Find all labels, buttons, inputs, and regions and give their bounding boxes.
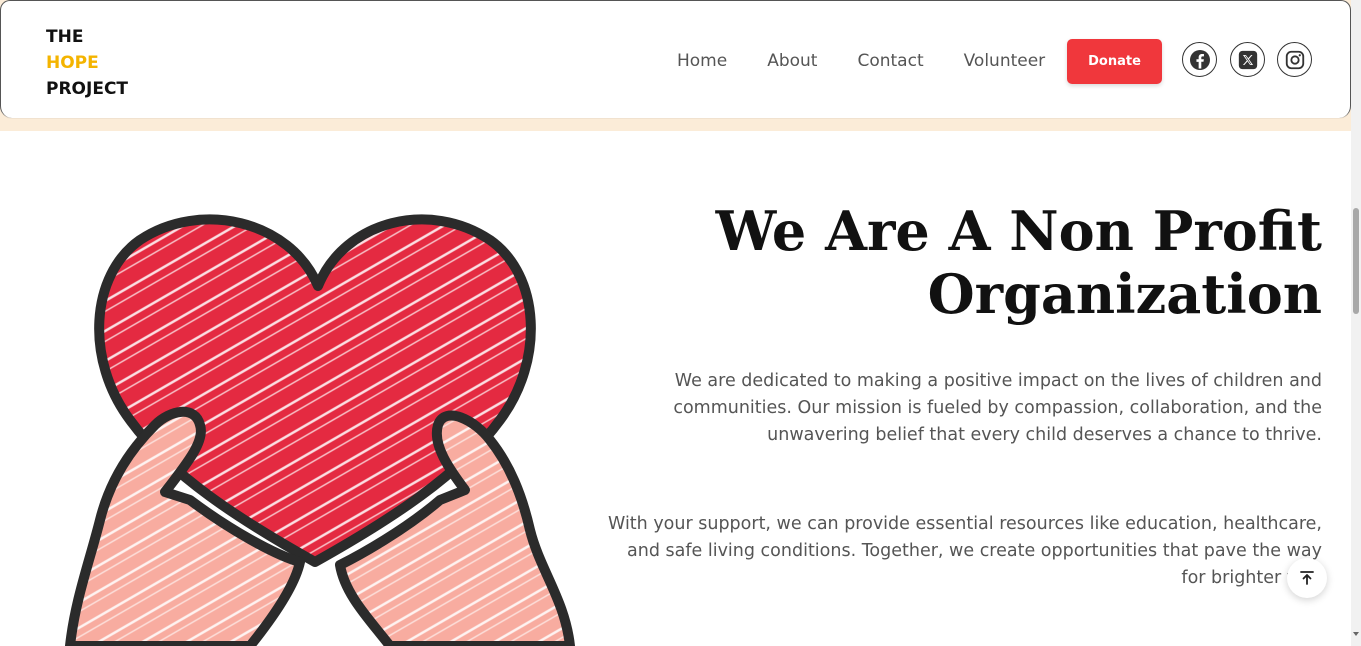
facebook-icon: [1189, 49, 1210, 70]
logo-line-hope: HOPE: [46, 53, 99, 73]
site-logo[interactable]: THE HOPE PROJECT: [46, 24, 128, 102]
vertical-scrollbar[interactable]: [1351, 0, 1361, 646]
logo-line-the: THE: [46, 27, 84, 47]
nav-contact[interactable]: Contact: [857, 51, 923, 71]
nav-volunteer[interactable]: Volunteer: [964, 51, 1046, 71]
page: THE HOPE PROJECT Home About Contact Volu…: [0, 0, 1361, 646]
hero-paragraph-2: With your support, we can provide essent…: [608, 514, 1322, 588]
instagram-icon: [1285, 50, 1304, 69]
instagram-link[interactable]: [1277, 42, 1312, 77]
x-twitter-icon: [1238, 50, 1257, 69]
facebook-link[interactable]: [1182, 42, 1217, 77]
hero-title: We Are A Non Profit Organization: [715, 199, 1322, 326]
nav-about[interactable]: About: [767, 51, 817, 71]
donate-button[interactable]: Donate: [1067, 39, 1162, 84]
arrow-up-to-line-icon: [1300, 571, 1314, 585]
site-header: THE HOPE PROJECT Home About Contact Volu…: [0, 0, 1351, 118]
scroll-down-arrow-icon[interactable]: [1353, 632, 1359, 636]
hero-paragraph-1: We are dedicated to making a positive im…: [673, 371, 1322, 445]
logo-line-project: PROJECT: [46, 79, 129, 99]
heart-in-hands-illustration: [65, 214, 575, 646]
back-to-top-button[interactable]: [1287, 558, 1327, 598]
main-nav: Home About Contact Volunteer: [677, 51, 1085, 71]
scrollbar-thumb[interactable]: [1353, 208, 1359, 314]
nav-home[interactable]: Home: [677, 51, 727, 71]
x-twitter-link[interactable]: [1230, 42, 1265, 77]
